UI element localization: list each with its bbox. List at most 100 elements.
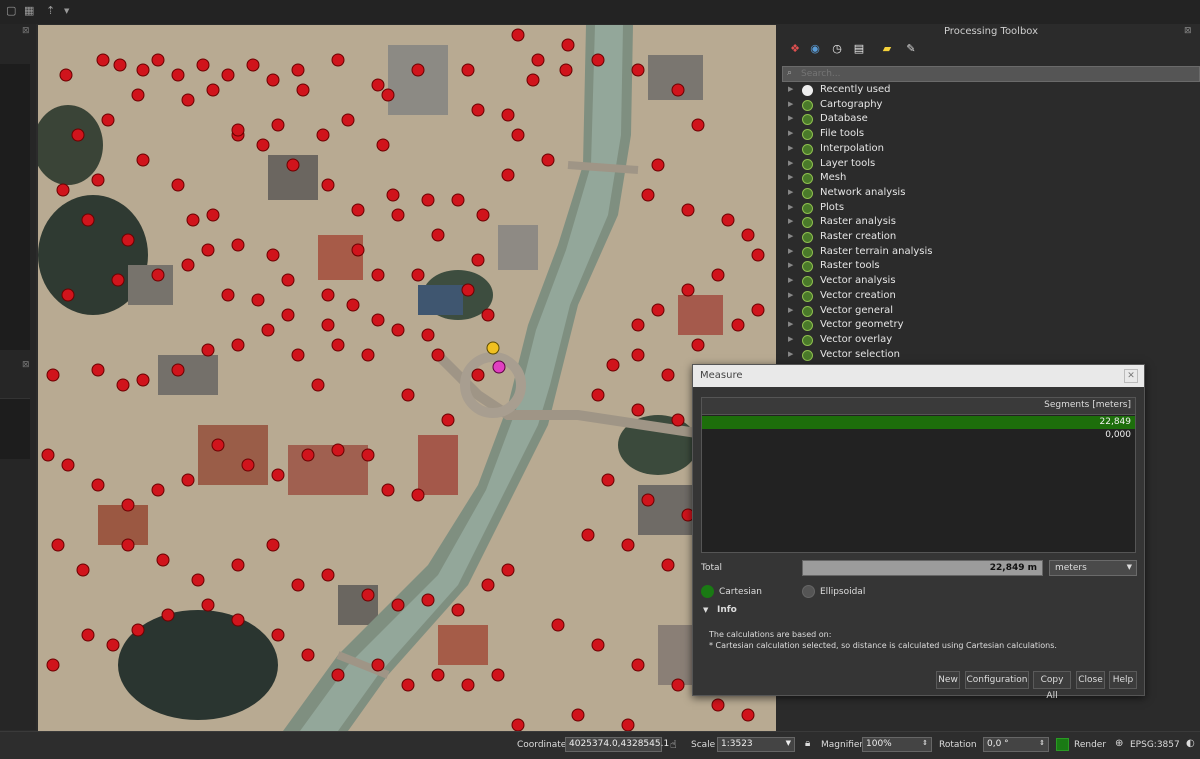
map-point <box>361 588 375 602</box>
map-point <box>221 68 235 82</box>
dock-close-icon[interactable]: ⊠ <box>22 26 32 36</box>
close-button[interactable]: Close <box>1076 671 1105 689</box>
expand-arrow-icon[interactable]: ▶ <box>788 335 793 343</box>
coordinate-field[interactable]: 4025374.0,4328545.1 <box>565 737 669 752</box>
mouse-icon[interactable]: ☝ <box>670 738 677 751</box>
magnifier-spinbox[interactable]: 100% ⇕ <box>862 737 932 752</box>
segments-table[interactable]: Segments [meters] 22,849 0,000 <box>701 397 1136 553</box>
render-checkbox[interactable] <box>1056 738 1069 751</box>
copy-all-button[interactable]: Copy All <box>1033 671 1071 701</box>
results-icon[interactable]: ▤ <box>852 42 866 56</box>
scale-select[interactable]: 1:3523 ▼ <box>717 737 795 752</box>
python-icon[interactable]: ◉ <box>808 42 822 56</box>
expand-arrow-icon[interactable]: ▶ <box>788 173 793 181</box>
toolbox-item[interactable]: ▶ Cartography <box>782 99 1200 113</box>
search-input[interactable] <box>801 68 1191 80</box>
options-icon[interactable]: ✎ <box>904 42 918 56</box>
toolbox-item[interactable]: ▶ Vector analysis <box>782 275 1200 289</box>
map-point <box>96 53 110 67</box>
toolbox-item[interactable]: ▶ Vector geometry <box>782 319 1200 333</box>
toolbox-item[interactable]: ▶ Raster creation <box>782 231 1200 245</box>
toolbox-item[interactable]: ▶ Raster terrain analysis <box>782 246 1200 260</box>
crs-label[interactable]: EPSG:3857 <box>1130 740 1180 750</box>
toolbox-item[interactable]: ▶ File tools <box>782 128 1200 142</box>
segment-row[interactable]: 22,849 <box>702 416 1135 429</box>
expand-arrow-icon[interactable]: ▶ <box>788 276 793 284</box>
dialog-close-button[interactable]: ✕ <box>1124 369 1138 383</box>
toolbox-item[interactable]: ▶ Plots <box>782 202 1200 216</box>
map-point <box>741 708 755 722</box>
expand-arrow-icon[interactable]: ▶ <box>788 100 793 108</box>
map-point <box>371 78 385 92</box>
toolbox-item-label: Layer tools <box>820 157 876 169</box>
toolbox-search[interactable]: ⌕ <box>782 66 1200 82</box>
grid-icon[interactable]: ▦ <box>24 5 36 17</box>
map-point <box>116 378 130 392</box>
toolbox-item[interactable]: ▶ Mesh <box>782 172 1200 186</box>
help-button[interactable]: Help <box>1109 671 1137 689</box>
toolbox-item-label: Vector creation <box>820 289 896 301</box>
map-canvas[interactable] <box>38 25 776 731</box>
copy-icon[interactable]: ▢ <box>6 5 18 17</box>
expand-arrow-icon[interactable]: ▶ <box>788 291 793 299</box>
expand-arrow-icon[interactable]: ▶ <box>788 320 793 328</box>
qgis-icon <box>802 173 813 185</box>
messages-icon[interactable]: ◐ <box>1186 738 1195 749</box>
expand-arrow-icon[interactable]: ▶ <box>788 217 793 225</box>
configuration-button[interactable]: Configuration <box>965 671 1029 689</box>
qgis-icon <box>802 349 813 361</box>
models-icon[interactable]: ❖ <box>788 42 802 56</box>
toolbox-item[interactable]: ▶ Vector creation <box>782 290 1200 304</box>
rotation-spinbox[interactable]: 0,0 ° ⇕ <box>983 737 1049 752</box>
history-icon[interactable]: ◷ <box>830 42 844 56</box>
cartesian-radio[interactable] <box>701 585 714 598</box>
panel-close-icon[interactable]: ⊠ <box>1184 26 1194 36</box>
expand-arrow-icon[interactable]: ▶ <box>788 350 793 358</box>
toolbox-item[interactable]: ▶ Raster analysis <box>782 216 1200 230</box>
dialog-titlebar[interactable]: Measure ✕ <box>693 365 1144 387</box>
ellipsoidal-radio[interactable] <box>802 585 815 598</box>
dock-close-icon[interactable]: ⊠ <box>22 360 32 370</box>
dropdown-arrow-icon[interactable]: ▼ <box>64 5 76 17</box>
toolbox-item[interactable]: ▶ Vector overlay <box>782 334 1200 348</box>
unit-select[interactable]: meters ▼ <box>1049 560 1137 576</box>
expand-arrow-icon[interactable]: ▶ <box>788 159 793 167</box>
toolbox-item[interactable]: ▶ Raster tools <box>782 260 1200 274</box>
map-point <box>431 668 445 682</box>
toolbox-item[interactable]: ▶ Network analysis <box>782 187 1200 201</box>
map-point <box>131 88 145 102</box>
info-collapse-icon[interactable]: ▼ <box>703 606 708 614</box>
toolbox-item[interactable]: ▶ Vector general <box>782 305 1200 319</box>
map-point <box>461 678 475 692</box>
map-point <box>91 173 105 187</box>
satellite-map[interactable] <box>38 25 776 731</box>
crs-icon[interactable]: ⊕ <box>1115 738 1123 749</box>
toolbox-item[interactable]: ▶ Recently used <box>782 84 1200 98</box>
expand-arrow-icon[interactable]: ▶ <box>788 144 793 152</box>
new-button[interactable]: New <box>936 671 960 689</box>
map-point <box>231 613 245 627</box>
map-point <box>381 88 395 102</box>
coordinate-label: Coordinate <box>517 740 567 750</box>
expand-arrow-icon[interactable]: ▶ <box>788 261 793 269</box>
expand-arrow-icon[interactable]: ▶ <box>788 129 793 137</box>
pointer-icon[interactable]: ⇡ <box>46 5 58 17</box>
toolbox-item[interactable]: ▶ Database <box>782 113 1200 127</box>
expand-arrow-icon[interactable]: ▶ <box>788 203 793 211</box>
expand-arrow-icon[interactable]: ▶ <box>788 85 793 93</box>
toolbox-item[interactable]: ▶ Vector selection <box>782 349 1200 363</box>
edit-features-icon[interactable]: ▰ <box>880 42 894 56</box>
qgis-icon <box>802 305 813 317</box>
toolbox-item[interactable]: ▶ Layer tools <box>782 158 1200 172</box>
expand-arrow-icon[interactable]: ▶ <box>788 232 793 240</box>
map-point <box>106 638 120 652</box>
toolbox-item[interactable]: ▶ Interpolation <box>782 143 1200 157</box>
segment-row[interactable]: 0,000 <box>702 429 1135 442</box>
info-label[interactable]: Info <box>717 605 737 615</box>
left-dock: ⊠ ⊠ <box>0 24 36 730</box>
expand-arrow-icon[interactable]: ▶ <box>788 114 793 122</box>
expand-arrow-icon[interactable]: ▶ <box>788 306 793 314</box>
expand-arrow-icon[interactable]: ▶ <box>788 188 793 196</box>
lock-icon[interactable]: 🔒︎ <box>805 738 810 749</box>
expand-arrow-icon[interactable]: ▶ <box>788 247 793 255</box>
